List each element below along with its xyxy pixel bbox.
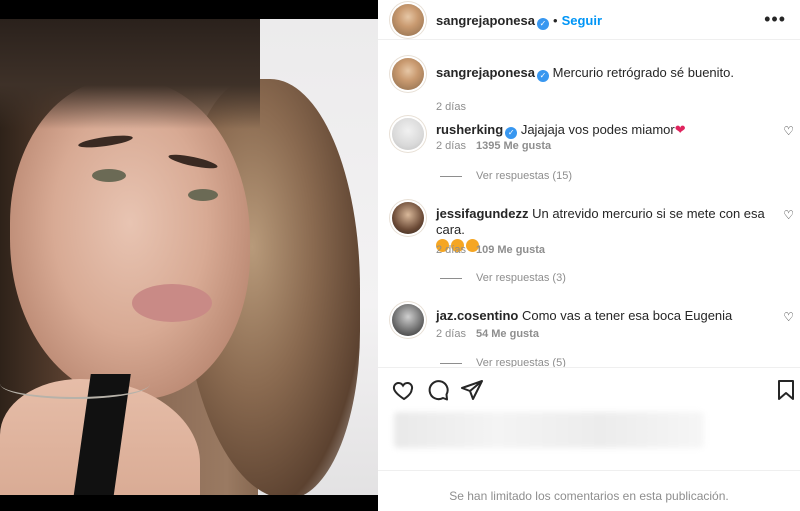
blurred-likes-area: [394, 412, 704, 448]
more-options-icon[interactable]: •••: [764, 9, 786, 30]
caption-text: Mercurio retrógrado sé buenito.: [552, 65, 734, 80]
replies-line: [440, 362, 462, 364]
comment-username[interactable]: jessifagundezz: [436, 206, 528, 221]
verified-badge-icon: ✓: [537, 18, 549, 30]
view-replies-button[interactable]: Ver respuestas (3): [440, 272, 566, 284]
post-photo[interactable]: [0, 19, 378, 495]
post-media-panel: [0, 0, 378, 511]
comment-likes[interactable]: 54 Me gusta: [476, 328, 539, 340]
verified-badge-icon: ✓: [505, 127, 518, 139]
caption-time[interactable]: 2 días: [436, 101, 466, 113]
red-heart-emoji-icon: ❤: [674, 122, 686, 137]
comment-text: Jajajaja vos podes miamor: [520, 122, 675, 137]
post-details-panel: sangrejaponesa ✓ • Seguir ••• sangrejapones…: [378, 0, 800, 511]
comment-text: Como vas a tener esa boca Eugenia: [521, 308, 733, 323]
comment-meta: 2 días 109 Me gusta: [436, 244, 545, 256]
view-replies-button[interactable]: Ver respuestas (5): [440, 357, 566, 367]
comment-likes[interactable]: 109 Me gusta: [476, 244, 545, 256]
comment-like-heart-icon[interactable]: ♡: [783, 208, 794, 222]
bookmark-icon[interactable]: [774, 378, 798, 402]
caption-avatar[interactable]: [392, 58, 424, 90]
comment-like-heart-icon[interactable]: ♡: [783, 124, 794, 138]
commenter-avatar[interactable]: [392, 304, 424, 336]
commenter-avatar[interactable]: [392, 118, 424, 150]
author-username[interactable]: sangrejaponesa: [436, 13, 535, 28]
author-line: sangrejaponesa ✓ • Seguir: [436, 12, 602, 30]
comment-like-heart-icon[interactable]: ♡: [783, 310, 794, 324]
comment-time[interactable]: 2 días: [436, 244, 466, 256]
view-replies-button[interactable]: Ver respuestas (15): [440, 170, 572, 182]
share-icon[interactable]: [460, 378, 484, 402]
replies-line: [440, 175, 462, 177]
caption-username[interactable]: sangrejaponesa: [436, 65, 535, 80]
comment-time[interactable]: 2 días: [436, 140, 466, 152]
comment-username[interactable]: rusherking: [436, 122, 503, 137]
author-avatar[interactable]: [392, 4, 424, 36]
action-bar: [378, 367, 800, 417]
photo-necklace: [0, 369, 150, 399]
separator-dot: •: [553, 13, 558, 28]
post-header: sangrejaponesa ✓ • Seguir •••: [378, 0, 800, 40]
comment-icon[interactable]: [426, 378, 450, 402]
photo-eye-left: [92, 169, 126, 182]
caption-body: sangrejaponesa ✓ Mercurio retrógrado sé b…: [436, 65, 776, 82]
commenter-avatar[interactable]: [392, 202, 424, 234]
verified-badge-icon: ✓: [537, 70, 549, 82]
view-replies-label[interactable]: Ver respuestas (5): [476, 357, 566, 367]
photo-lips: [132, 284, 212, 322]
view-replies-label[interactable]: Ver respuestas (3): [476, 272, 566, 284]
comments-limited-notice: Se han limitado los comentarios en esta …: [378, 470, 800, 511]
comments-list[interactable]: sangrejaponesa ✓ Mercurio retrógrado sé b…: [378, 41, 800, 367]
follow-button[interactable]: Seguir: [562, 13, 602, 28]
photo-eye-right: [188, 189, 218, 201]
comment-meta: 2 días 1395 Me gusta: [436, 140, 551, 152]
photo-top-hair: [0, 19, 260, 129]
comment-body: jaz.cosentino Como vas a tener esa boca …: [436, 308, 776, 324]
comment-time[interactable]: 2 días: [436, 328, 466, 340]
heart-icon[interactable]: [392, 378, 416, 402]
comment-username[interactable]: jaz.cosentino: [436, 308, 518, 323]
comment-likes[interactable]: 1395 Me gusta: [476, 140, 551, 152]
comment-meta: 2 días 54 Me gusta: [436, 328, 539, 340]
replies-line: [440, 277, 462, 279]
comment-body: rusherking ✓ Jajajaja vos podes miamor❤: [436, 122, 776, 139]
view-replies-label[interactable]: Ver respuestas (15): [476, 170, 572, 182]
